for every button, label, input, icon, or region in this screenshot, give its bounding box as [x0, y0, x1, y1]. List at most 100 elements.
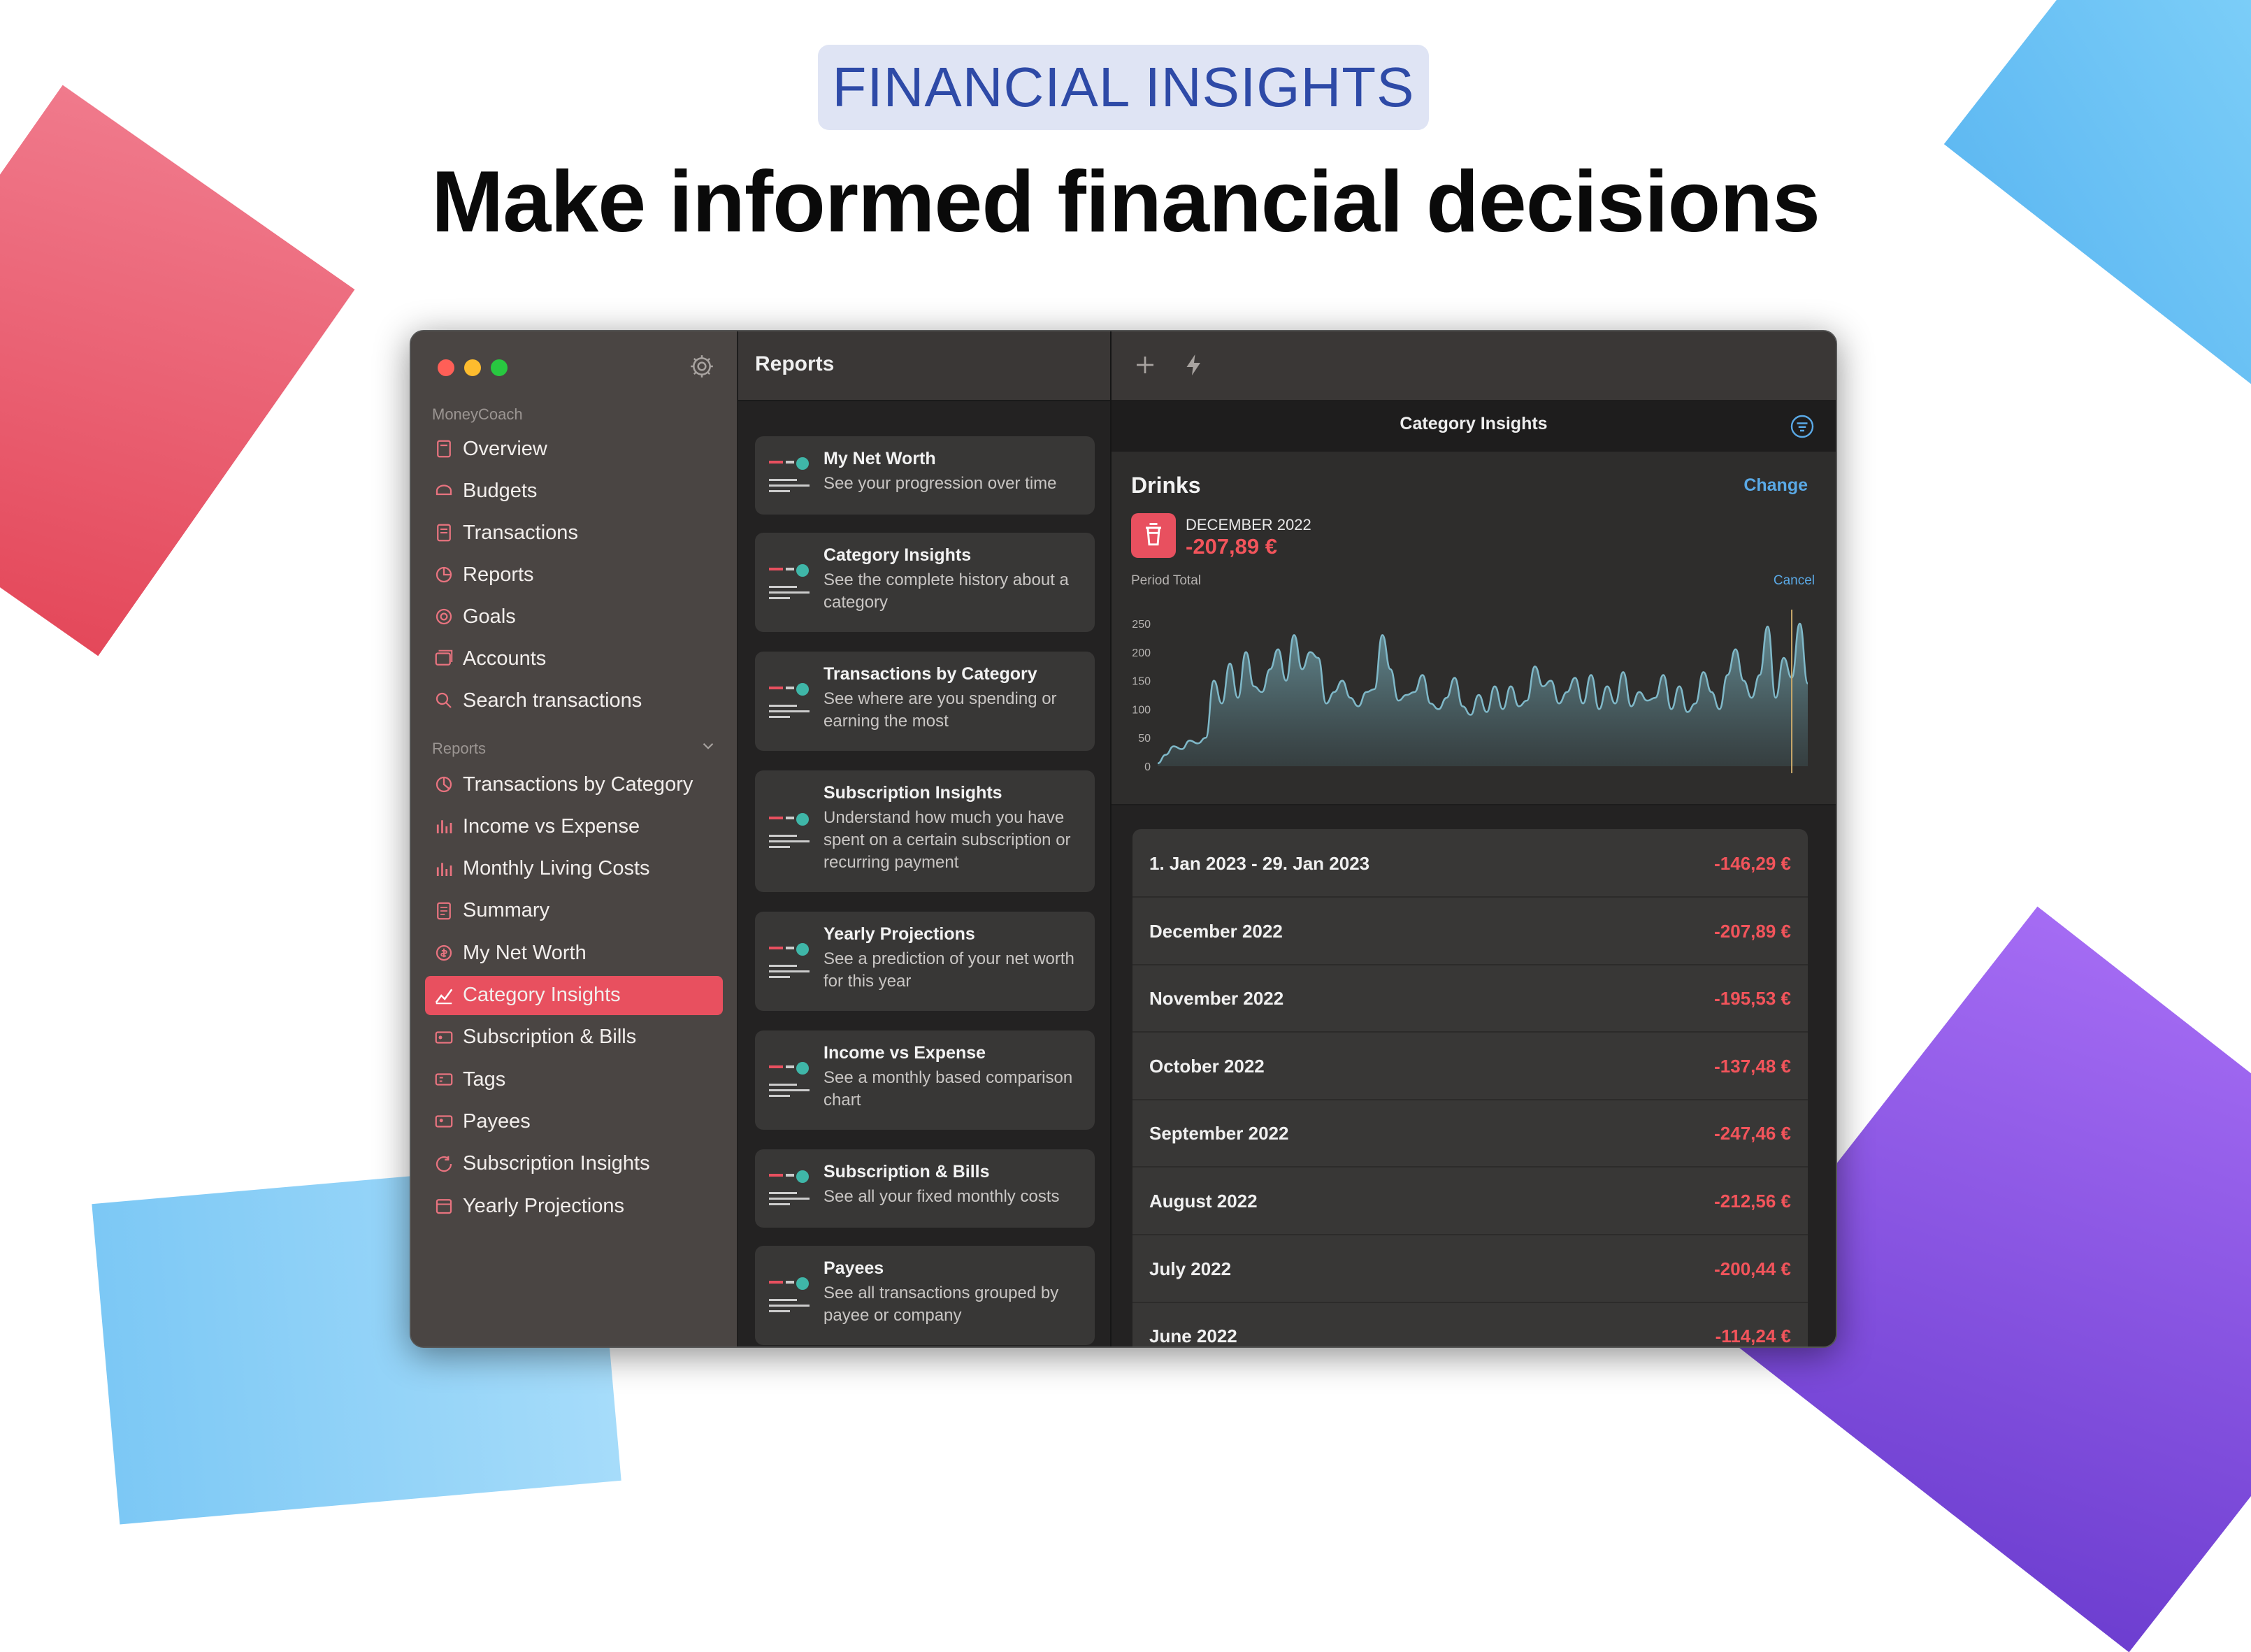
sidebar-item-monthly-living-costs[interactable]: Monthly Living Costs — [425, 849, 723, 889]
report-card-title: Category Insights — [824, 545, 972, 565]
period-row[interactable]: August 2022 -212,56 € — [1132, 1167, 1808, 1235]
reports-title: Reports — [755, 352, 835, 375]
sidebar-item-tags[interactable]: Tags — [425, 1060, 723, 1099]
report-card-description: See all your fixed monthly costs — [824, 1187, 1060, 1206]
sidebar-item-overview[interactable]: Overview — [425, 429, 723, 468]
transactions-icon — [437, 524, 451, 542]
period-row[interactable]: November 2022 -195,53 € — [1132, 964, 1808, 1033]
sidebar-section-moneycoach: MoneyCoach — [432, 405, 523, 423]
zoom-window-button[interactable] — [491, 359, 508, 376]
accounts-icon — [435, 649, 453, 666]
period-row[interactable]: 1. Jan 2023 - 29. Jan 2023 -146,29 € — [1132, 829, 1808, 898]
period-amount: -114,24 € — [1715, 1326, 1791, 1347]
headline: Make informed financial decisions — [431, 154, 1820, 250]
sidebar-item-income-vs-expense[interactable]: Income vs Expense — [425, 807, 723, 846]
sidebar-item-accounts[interactable]: Accounts — [425, 639, 723, 678]
sidebar-item-reports[interactable]: Reports — [425, 555, 723, 594]
gear-icon[interactable] — [688, 352, 716, 380]
sidebar-item-payees[interactable]: Payees — [425, 1102, 723, 1141]
report-card-payees[interactable]: Payees See all transactions grouped by pa… — [755, 1246, 1095, 1345]
category-insights-header: Category Insights — [1112, 400, 1836, 452]
goals-icon — [436, 608, 452, 625]
pie-icon — [436, 776, 452, 793]
sidebar-item-label: Summary — [463, 899, 550, 922]
sidebar: MoneyCoach Overview Budgets Transactions Re… — [411, 331, 738, 1346]
period-row[interactable]: July 2022 -200,44 € — [1132, 1235, 1808, 1303]
calendar-icon — [436, 1199, 452, 1214]
report-card-description: See where are you spending or earning th… — [824, 689, 1057, 731]
report-card-title: Income vs Expense — [824, 1043, 986, 1063]
report-card-description: See a monthly based comparison chart — [824, 1068, 1073, 1109]
line-chart-icon — [435, 989, 453, 1004]
y-tick-label: 0 — [1144, 761, 1151, 773]
report-card-income-vs-expense[interactable]: Income vs Expense See a monthly based com… — [755, 1030, 1095, 1130]
lightning-icon[interactable] — [1181, 352, 1207, 378]
plus-icon[interactable] — [1132, 352, 1158, 378]
sidebar-item-label: Reports — [463, 563, 534, 586]
sidebar-item-budgets[interactable]: Budgets — [425, 471, 723, 510]
sidebar-item-subscription-bills[interactable]: Subscription & Bills — [425, 1018, 723, 1057]
sidebar-item-category-insights[interactable]: Category Insights — [425, 975, 723, 1015]
period-row[interactable]: June 2022 -114,24 € — [1132, 1302, 1808, 1347]
period-amount: -247,46 € — [1714, 1123, 1791, 1144]
sidebar-item-label: Subscription Insights — [463, 1152, 650, 1175]
budgets-icon — [436, 484, 452, 496]
period-amount: -146,29 € — [1714, 853, 1791, 874]
subscription-insights-icon — [765, 807, 814, 856]
payees-icon — [765, 1271, 814, 1320]
bill-icon — [435, 1031, 453, 1044]
sidebar-item-transactions-by-category[interactable]: Transactions by Category — [425, 765, 723, 804]
sidebar-section-reports: Reports — [432, 740, 487, 757]
sidebar-item-label: Goals — [463, 605, 516, 628]
report-card-subscription-bills[interactable]: Subscription & Bills See all your fixed m… — [755, 1149, 1095, 1228]
period-row[interactable]: September 2022 -247,46 € — [1132, 1099, 1808, 1168]
category-area-chart[interactable]: 250 200 150 100 50 0 — [1112, 452, 1836, 804]
y-tick-label: 250 — [1132, 619, 1151, 631]
bar-chart-icon — [436, 820, 452, 834]
chevron-down-icon[interactable] — [699, 737, 717, 755]
period-label: November 2022 — [1149, 988, 1284, 1010]
report-card-yearly-projections[interactable]: Yearly Projections See a prediction of yo… — [755, 912, 1095, 1011]
payee-icon — [435, 1115, 453, 1128]
sidebar-item-label: Income vs Expense — [463, 814, 640, 838]
period-label: October 2022 — [1149, 1055, 1265, 1077]
period-label: September 2022 — [1149, 1123, 1289, 1144]
sidebar-item-yearly-projections[interactable]: Yearly Projections — [425, 1186, 723, 1226]
period-list: 1. Jan 2023 - 29. Jan 2023 -146,29 € Decem… — [1132, 829, 1808, 1347]
sidebar-item-summary[interactable]: Summary — [425, 891, 723, 931]
sidebar-item-label: Tags — [463, 1068, 506, 1091]
period-row[interactable]: December 2022 -207,89 € — [1132, 897, 1808, 965]
tag-icon — [435, 1073, 453, 1086]
sidebar-item-label: Overview — [463, 437, 547, 460]
period-row[interactable]: October 2022 -137,48 € — [1132, 1032, 1808, 1100]
subscription-bills-icon — [765, 1164, 814, 1213]
report-card-transactions-by-category[interactable]: Transactions by Category See where are yo… — [755, 652, 1095, 751]
sidebar-item-label: My Net Worth — [463, 941, 587, 964]
minimize-window-button[interactable] — [464, 359, 481, 376]
period-amount: -207,89 € — [1714, 920, 1791, 942]
yearly-projections-icon — [765, 937, 814, 986]
sidebar-item-my-net-worth[interactable]: My Net Worth — [425, 933, 723, 972]
period-amount: -200,44 € — [1714, 1258, 1791, 1279]
report-card-title: Payees — [824, 1258, 884, 1278]
close-window-button[interactable] — [438, 359, 454, 376]
filter-icon[interactable] — [1790, 414, 1815, 439]
sidebar-item-goals[interactable]: Goals — [425, 597, 723, 636]
coin-icon — [436, 945, 452, 961]
report-card-description: Understand how much you have spent on a … — [824, 808, 1071, 872]
period-amount: -137,48 € — [1714, 1055, 1791, 1077]
reports-icon — [436, 566, 452, 583]
y-tick-label: 50 — [1138, 733, 1151, 745]
y-tick-label: 200 — [1132, 647, 1151, 659]
report-card-category-insights[interactable]: Category Insights See the complete histor… — [755, 533, 1095, 632]
sidebar-item-search-transactions[interactable]: Search transactions — [425, 681, 723, 720]
report-card-title: Transactions by Category — [824, 664, 1037, 684]
detail-panel: Category Insights Drinks Change DECEMBER… — [1112, 331, 1836, 1346]
sidebar-item-subscription-insights[interactable]: Subscription Insights — [425, 1144, 723, 1184]
period-label: 1. Jan 2023 - 29. Jan 2023 — [1149, 853, 1370, 874]
report-card-subscription-insights[interactable]: Subscription Insights Understand how much… — [755, 770, 1095, 892]
overview-icon — [437, 440, 451, 458]
report-card-my-net-worth[interactable]: My Net Worth See your progression over ti… — [755, 436, 1095, 515]
report-card-title: Subscription & Bills — [824, 1162, 990, 1181]
sidebar-item-transactions[interactable]: Transactions — [425, 513, 723, 552]
